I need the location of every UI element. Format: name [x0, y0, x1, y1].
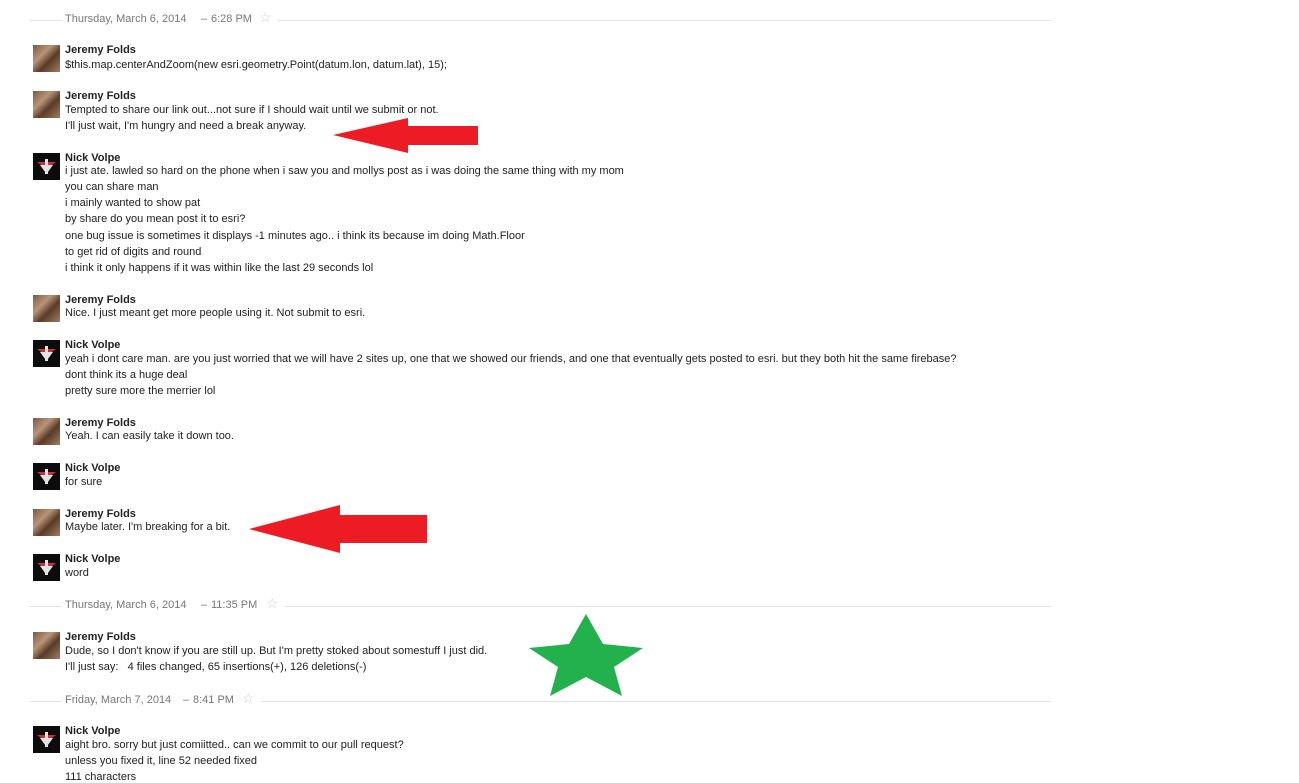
annotation-overlay	[249, 118, 643, 696]
red-arrow-icon	[333, 118, 478, 153]
green-star-icon	[529, 614, 643, 696]
red-arrow-icon	[249, 505, 427, 553]
